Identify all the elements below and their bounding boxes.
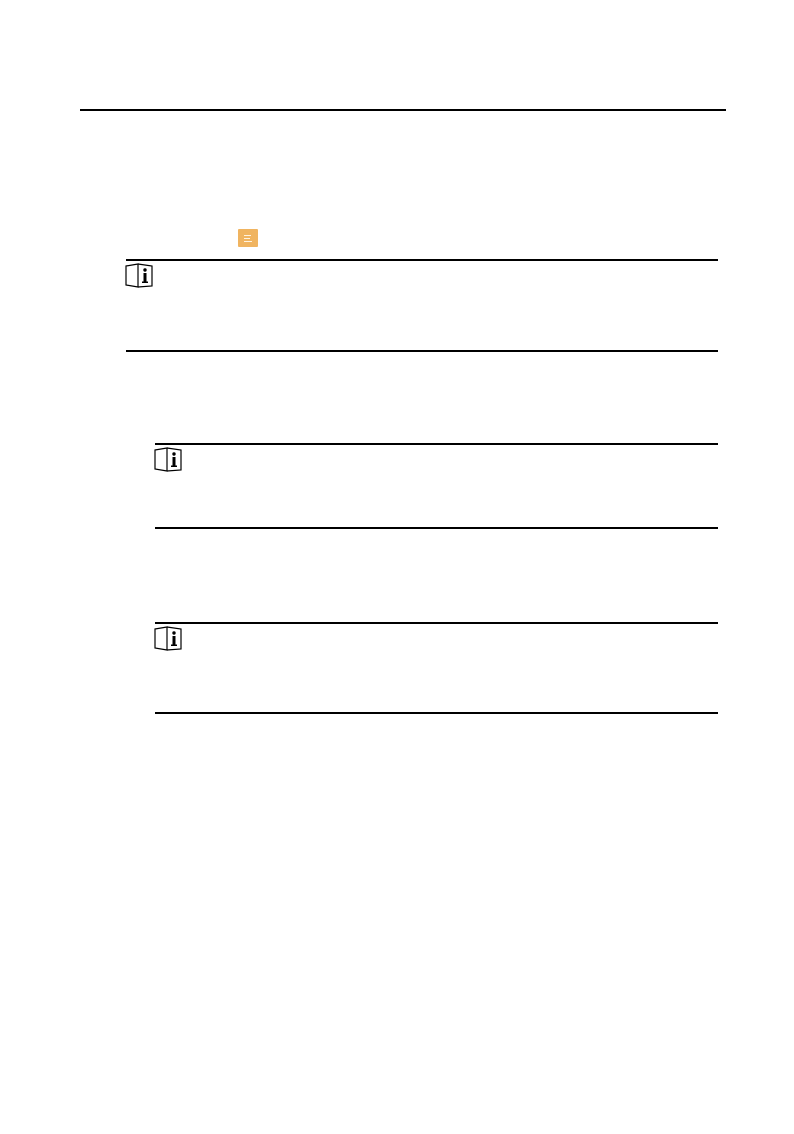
- menu-icon[interactable]: [238, 229, 258, 247]
- book-info-icon: [154, 447, 182, 472]
- book-info-icon: [125, 263, 153, 288]
- book-info-icon: [154, 626, 182, 651]
- note-top-rule: [155, 443, 718, 445]
- note-bottom-rule: [155, 527, 718, 529]
- header-rule: [80, 109, 726, 111]
- note-top-rule: [155, 622, 718, 624]
- note-bottom-rule: [126, 350, 718, 352]
- note-bottom-rule: [155, 712, 718, 714]
- note-top-rule: [126, 259, 718, 261]
